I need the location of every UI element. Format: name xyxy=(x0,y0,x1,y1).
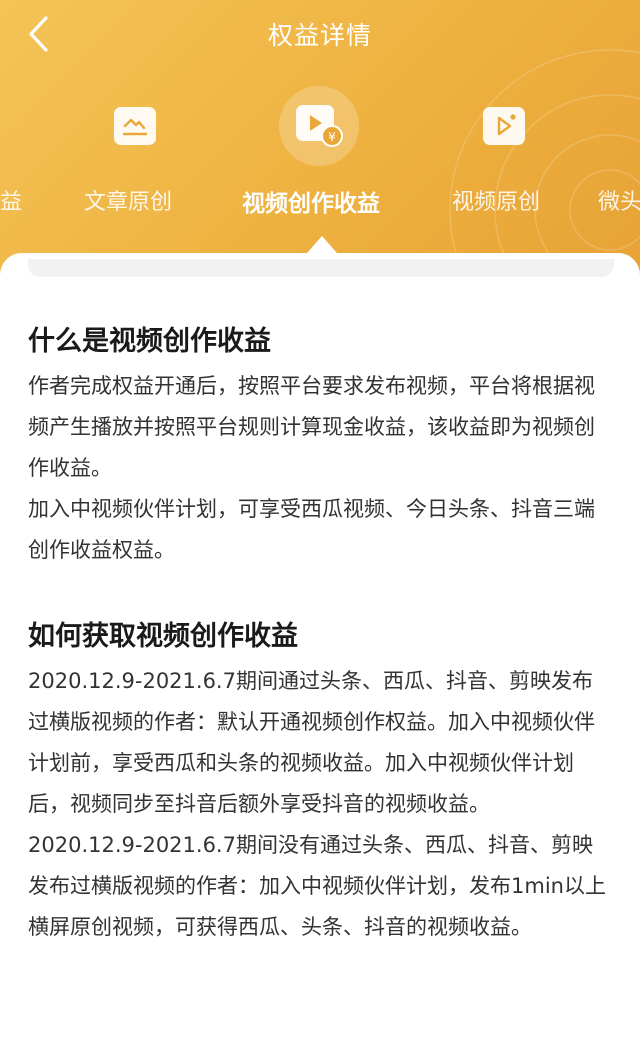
active-tab-pointer xyxy=(307,236,337,253)
header: 权益详情 ¥ 益 文章原创 视频创作收益 视频原创 微头 xyxy=(0,0,640,290)
tab-video-revenue[interactable]: 视频创作收益 xyxy=(242,184,380,218)
tab-partial-left[interactable]: 益 xyxy=(0,184,22,216)
tab-article-original[interactable]: 文章原创 xyxy=(84,184,172,216)
video-play-icon xyxy=(483,107,525,145)
section-title: 如何获取视频创作收益 xyxy=(28,621,298,652)
card-top-strip xyxy=(28,259,614,277)
tab-video-original[interactable]: 视频原创 xyxy=(452,184,540,216)
article-chart-icon xyxy=(114,107,156,145)
content-card: 什么是视频创作收益 作者完成权益开通后，按照平台要求发布视频，平台将根据视频产生… xyxy=(0,253,640,1053)
page-title: 权益详情 xyxy=(267,21,372,50)
section-what-is: 什么是视频创作收益 作者完成权益开通后，按照平台要求发布视频，平台将根据视频产生… xyxy=(28,319,612,571)
section-paragraph: 加入中视频伙伴计划，可享受西瓜视频、今日头条、抖音三端创作收益权益。 xyxy=(28,497,595,562)
tab-partial-right[interactable]: 微头 xyxy=(598,184,640,216)
section-how-to-get: 如何获取视频创作收益 2020.12.9-2021.6.7期间通过头条、西瓜、抖… xyxy=(28,614,612,948)
tab-icon-video-revenue[interactable]: ¥ xyxy=(279,86,359,166)
tab-icon-article[interactable] xyxy=(107,98,163,154)
section-paragraph: 作者完成权益开通后，按照平台要求发布视频，平台将根据视频产生播放并按照平台规则计… xyxy=(28,374,595,480)
svg-text:¥: ¥ xyxy=(328,130,336,144)
section-title: 什么是视频创作收益 xyxy=(28,326,271,357)
video-revenue-icon: ¥ xyxy=(296,105,343,147)
section-paragraph: 2020.12.9-2021.6.7期间没有通过头条、西瓜、抖音、剪映发布过横版… xyxy=(28,833,606,939)
tab-icon-video-original[interactable] xyxy=(476,98,532,154)
section-paragraph: 2020.12.9-2021.6.7期间通过头条、西瓜、抖音、剪映发布过横版视频… xyxy=(28,669,595,816)
